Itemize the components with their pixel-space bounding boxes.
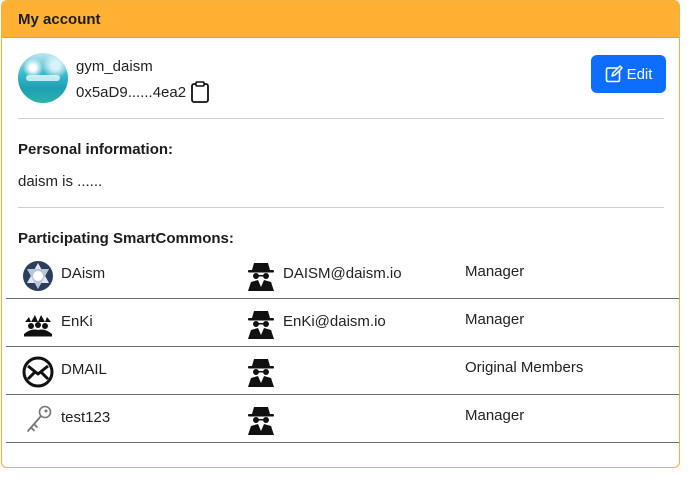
card-header: My account [2, 1, 679, 38]
avatar [18, 53, 68, 103]
smartcommons-title: Participating SmartCommons: [18, 230, 234, 247]
commons-role: Manager [465, 407, 525, 424]
edit-icon [605, 65, 623, 83]
profile-section: gym_daism 0x5aD9......4ea2 Edit [18, 53, 666, 105]
divider [18, 118, 664, 119]
commons-role: Manager [465, 311, 525, 328]
dmail-logo-icon [22, 356, 54, 388]
commons-role: Original Members [465, 359, 584, 376]
table-row[interactable]: EnKi EnKi@daism.io Manager [6, 299, 679, 347]
enki-logo-icon [22, 308, 54, 340]
key-icon [22, 404, 54, 436]
commons-email: EnKi@daism.io [283, 313, 386, 330]
commons-email: DAISM@daism.io [283, 265, 402, 282]
username: gym_daism [76, 58, 153, 75]
spy-icon [246, 308, 276, 340]
commons-role: Manager [465, 263, 525, 280]
personal-info-text: daism is ...... [18, 173, 103, 190]
spy-icon [246, 404, 276, 436]
edit-label: Edit [626, 65, 653, 83]
table-row[interactable]: DMAIL Original Members [6, 347, 679, 395]
divider [18, 207, 664, 208]
smartcommons-table: DAism DAISM@daism.io Manager EnKi EnKi@d… [6, 251, 679, 443]
personal-info-title: Personal information: [18, 141, 174, 158]
account-card: My account gym_daism 0x5aD9......4ea2 Ed… [1, 0, 680, 468]
wallet-address: 0x5aD9......4ea2 [76, 83, 187, 101]
table-row[interactable]: DAism DAISM@daism.io Manager [6, 251, 679, 299]
edit-button[interactable]: Edit [591, 55, 666, 93]
spy-icon [246, 260, 276, 292]
commons-name: test123 [61, 409, 111, 426]
spy-icon [246, 356, 276, 388]
commons-name: EnKi [61, 313, 93, 330]
address-row: 0x5aD9......4ea2 [76, 81, 210, 103]
daism-logo-icon [22, 260, 54, 292]
clipboard-icon[interactable] [190, 81, 210, 103]
commons-name: DAism [61, 265, 106, 282]
card-title: My account [18, 10, 101, 28]
commons-name: DMAIL [61, 361, 107, 378]
table-row[interactable]: test123 Manager [6, 395, 679, 443]
